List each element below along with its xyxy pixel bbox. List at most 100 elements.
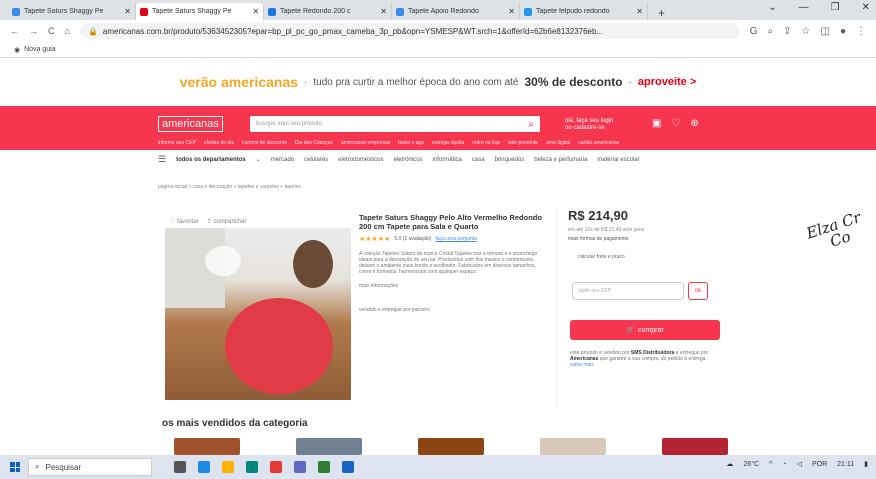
reload-icon[interactable]: C: [48, 26, 55, 36]
product-thumbnail[interactable]: [418, 438, 484, 455]
americanas-favicon-icon: [140, 7, 148, 16]
chrome-icon[interactable]: [270, 461, 282, 473]
share-link[interactable]: ⇪ compartilhar: [207, 218, 247, 225]
heart-icon[interactable]: ♡: [671, 118, 680, 129]
sublink[interactable]: cartão americanas: [578, 140, 619, 146]
address-actions: G ⌕ ⇪ ☆ ◫ ● ⋮: [750, 26, 866, 37]
best-sellers-title: os mais vendidos da categoria: [162, 418, 308, 429]
volume-icon[interactable]: ◁: [797, 460, 802, 468]
close-tab-icon[interactable]: ✕: [380, 7, 387, 16]
back-icon[interactable]: ←: [10, 26, 19, 36]
sublink[interactable]: retire na loja: [472, 140, 500, 146]
taskbar-search-input[interactable]: ⌕ Pesquisar: [28, 458, 152, 476]
product-image[interactable]: [165, 228, 351, 400]
breadcrumb[interactable]: página inicial > casa e decoração > tape…: [158, 184, 301, 190]
browser-tab[interactable]: Tapete Apoio Redondo ✕: [392, 3, 520, 20]
search-input[interactable]: busque aqui seu produto ⌕: [250, 116, 540, 132]
chevron-up-icon[interactable]: ^: [769, 461, 772, 468]
taskbar-search-text: Pesquisar: [45, 462, 82, 472]
cep-ok-button[interactable]: ok: [688, 282, 708, 300]
maximize-icon[interactable]: ❐: [831, 2, 840, 13]
category-link[interactable]: beleza e perfumaria: [534, 157, 587, 163]
browser-tab-active[interactable]: Tapete Saturs Shaggy Pe ✕: [136, 3, 264, 20]
close-window-icon[interactable]: ✕: [862, 2, 870, 13]
store-favicon-icon: [524, 7, 532, 16]
promo-cta-link[interactable]: aproveite >: [638, 76, 696, 88]
close-tab-icon[interactable]: ✕: [124, 7, 131, 16]
promo-brand: verão americanas: [179, 74, 299, 90]
file-explorer-icon[interactable]: [222, 461, 234, 473]
excel-icon[interactable]: [318, 461, 330, 473]
category-link[interactable]: eletrônicos: [394, 157, 423, 163]
sublink[interactable]: vale-presente: [508, 140, 538, 146]
forward-icon[interactable]: →: [29, 26, 38, 36]
sublink[interactable]: baixe o app: [398, 140, 424, 146]
search-icon[interactable]: ⌕: [528, 119, 534, 130]
profile-icon[interactable]: ●: [840, 26, 846, 37]
login-link[interactable]: olá, faça seu login ou cadastre-se: [565, 118, 613, 132]
sublink[interactable]: ofertas do dia: [204, 140, 234, 146]
sublink[interactable]: ame digital: [546, 140, 570, 146]
notifications-icon[interactable]: ▮: [864, 460, 868, 468]
product-thumbnail[interactable]: [174, 438, 240, 455]
zoom-icon[interactable]: ⌕: [768, 26, 774, 37]
tab-search-icon[interactable]: ⌄: [768, 2, 776, 13]
sublink[interactable]: entrega rápida: [432, 140, 464, 146]
category-link[interactable]: celulares: [304, 157, 328, 163]
menu-icon[interactable]: ⋮: [856, 26, 866, 37]
sidebar-icon[interactable]: ◫: [821, 26, 830, 37]
home-icon[interactable]: ⌂: [65, 26, 70, 36]
close-tab-icon[interactable]: ✕: [508, 7, 515, 16]
category-link[interactable]: eletrodomésticos: [338, 157, 383, 163]
windows-start-icon[interactable]: [10, 462, 20, 472]
browser-tab[interactable]: Tapete Saturs Shaggy Pe ✕: [8, 3, 136, 20]
clock[interactable]: POR 21:11: [812, 461, 854, 468]
bookmark-star-icon[interactable]: ☆: [802, 26, 811, 37]
buy-button[interactable]: 🛒 comprar: [570, 320, 720, 340]
cep-input[interactable]: digite seu CEP: [572, 282, 684, 300]
category-link[interactable]: mercado: [271, 157, 294, 163]
favorite-link[interactable]: ♡ favoritar: [170, 218, 199, 225]
close-tab-icon[interactable]: ✕: [252, 7, 259, 16]
share-icon[interactable]: ⇪: [783, 26, 791, 37]
sublink[interactable]: Dia das Crianças: [295, 140, 333, 146]
americanas-logo[interactable]: americanas: [158, 116, 223, 132]
word-icon[interactable]: [342, 461, 354, 473]
weather-icon[interactable]: ☁: [726, 460, 733, 468]
url-field[interactable]: 🔒 americanas.com.br/produto/5363452305?ep…: [79, 23, 740, 39]
sublink[interactable]: americanas empresas: [341, 140, 390, 146]
app-icon[interactable]: [294, 461, 306, 473]
category-link[interactable]: casa: [472, 157, 485, 163]
hamburger-icon[interactable]: ☰: [158, 154, 166, 165]
category-link[interactable]: brinquedos: [495, 157, 525, 163]
browser-tab[interactable]: Tapete felpudo redondo ✕: [520, 3, 648, 20]
promo-banner[interactable]: verão americanas · tudo pra curtir a mel…: [0, 58, 876, 106]
product-thumbnail[interactable]: [540, 438, 606, 455]
bookmark-nova-guia[interactable]: Nova guia: [24, 46, 56, 53]
search-icon: ⌕: [35, 462, 40, 471]
new-tab-button[interactable]: +: [648, 6, 675, 20]
close-tab-icon[interactable]: ✕: [636, 7, 643, 16]
wifi-icon[interactable]: ◔: [782, 461, 786, 468]
all-departments-menu[interactable]: todos os departamentos: [176, 157, 246, 163]
cart-icon[interactable]: ⊕: [690, 118, 698, 129]
browser-tab[interactable]: Tapete Redondo 200 c ✕: [264, 3, 392, 20]
sublink[interactable]: cupons de desconto: [242, 140, 287, 146]
payment-options-link[interactable]: mais formas de pagamento: [568, 236, 728, 242]
seller-more-link[interactable]: saiba mais: [570, 362, 594, 368]
sublink-cep[interactable]: informe seu CEP: [158, 140, 196, 146]
gift-icon[interactable]: ▣: [652, 118, 661, 129]
category-link[interactable]: informática: [433, 157, 462, 163]
store-icon[interactable]: [246, 461, 258, 473]
minimize-icon[interactable]: —: [799, 2, 809, 13]
ask-question-link[interactable]: faça uma pergunta: [435, 236, 477, 242]
task-view-icon[interactable]: [174, 461, 186, 473]
product-thumbnail[interactable]: [662, 438, 728, 455]
google-lens-icon[interactable]: G: [750, 26, 758, 37]
rating-count-link[interactable]: 5.0 (1 avaliação): [394, 236, 431, 242]
edge-icon[interactable]: [198, 461, 210, 473]
more-info-link[interactable]: mais informações: [359, 283, 549, 289]
product-thumbnail[interactable]: [296, 438, 362, 455]
weather-temp[interactable]: 26°C: [743, 461, 759, 468]
category-link[interactable]: material escolar: [597, 157, 639, 163]
